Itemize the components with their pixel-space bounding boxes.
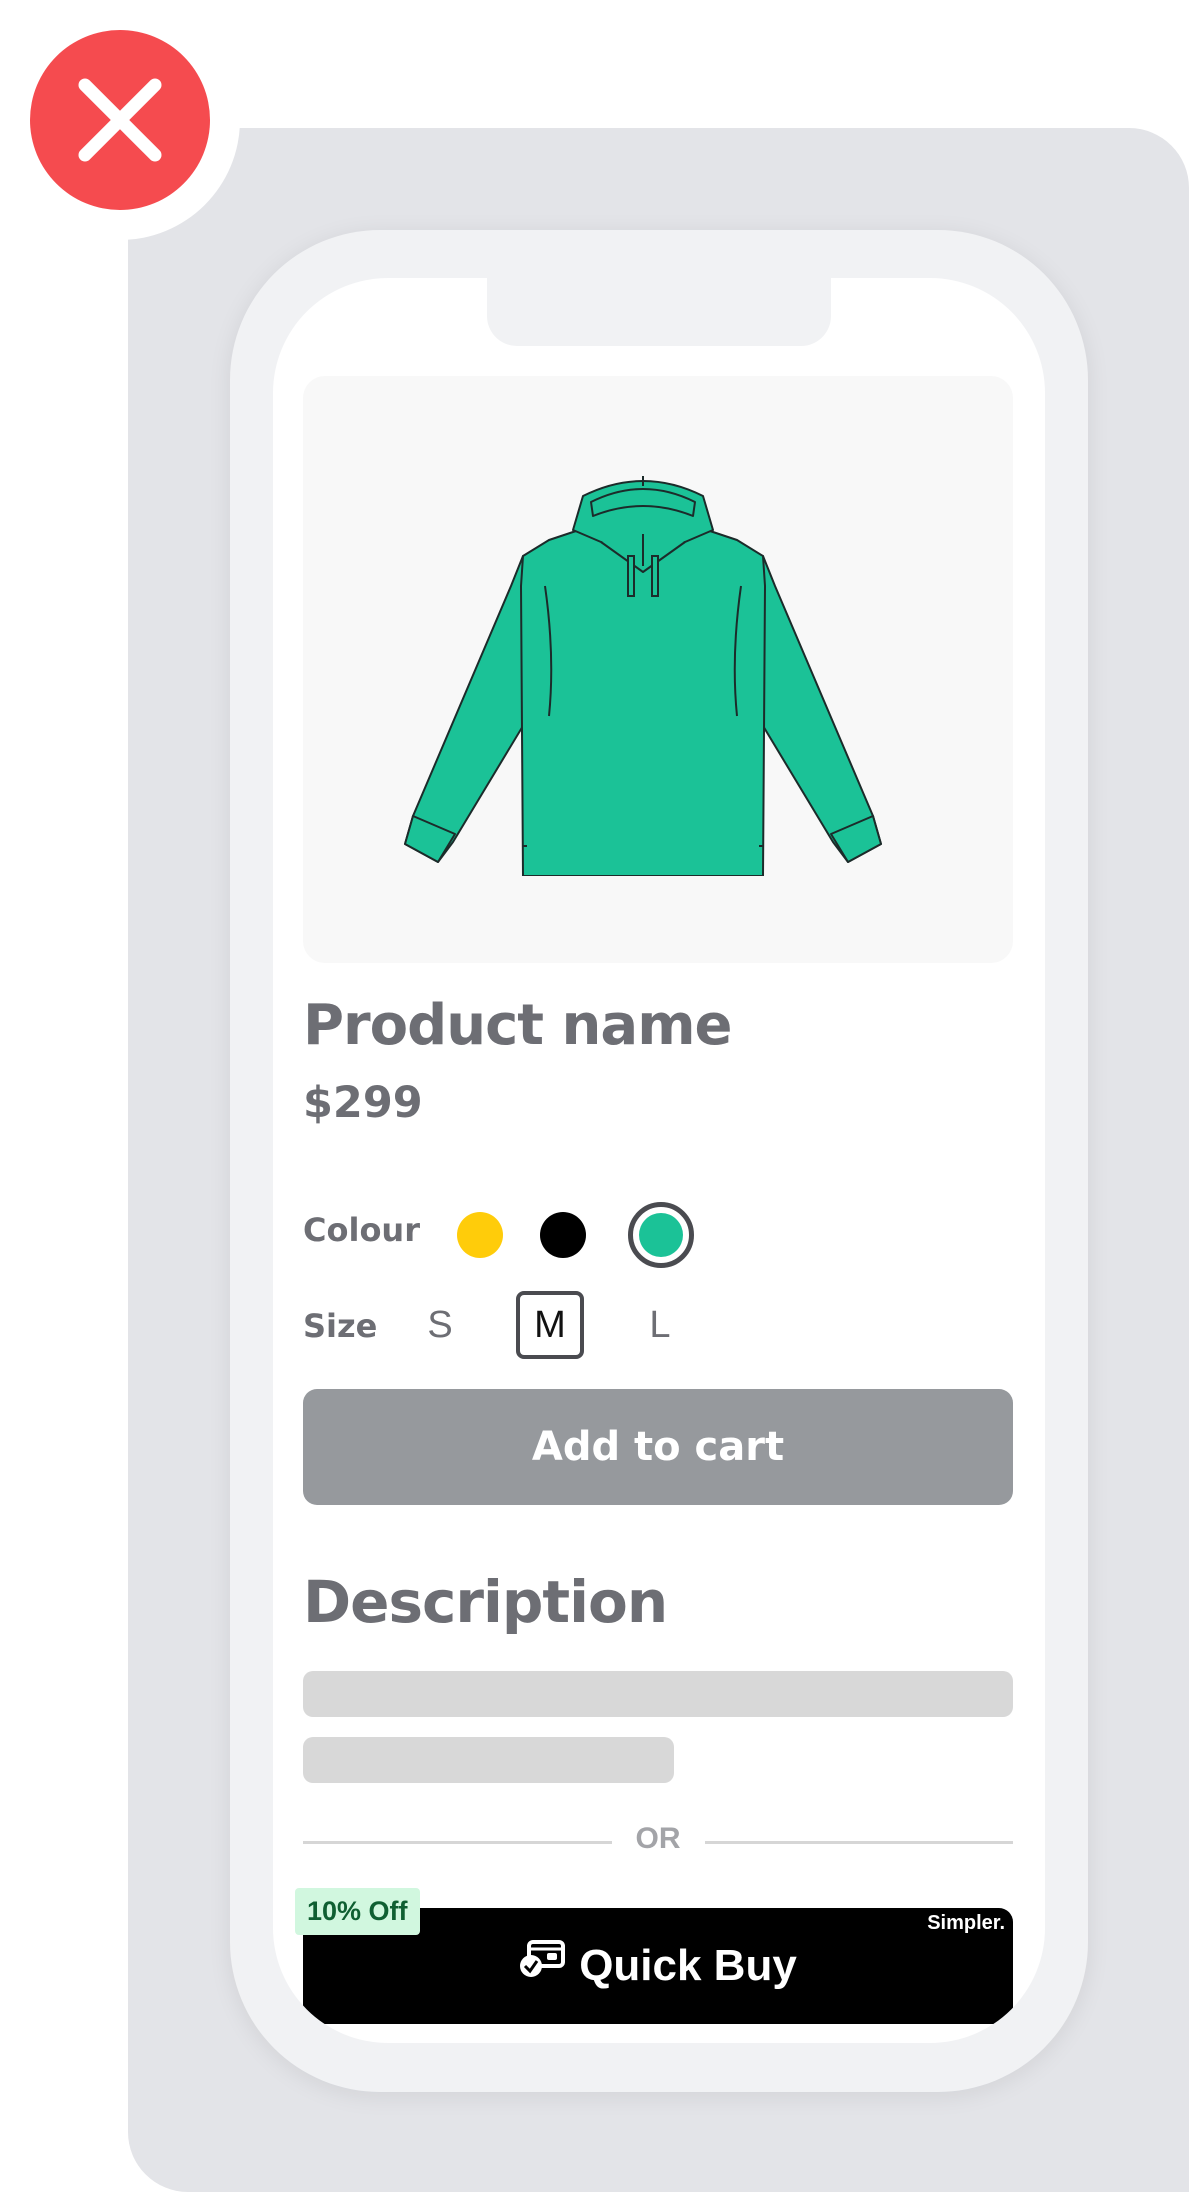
colour-swatch-teal-fill: [639, 1213, 683, 1257]
hoodie-illustration: [404, 476, 882, 876]
size-label: Size: [303, 1307, 378, 1345]
quick-buy-label: Quick Buy: [579, 1941, 797, 1990]
phone-screen: Product name $299 Colour Size S M L Add …: [273, 278, 1045, 2043]
colour-swatch-yellow[interactable]: [457, 1212, 503, 1258]
divider-line-left: [303, 1841, 612, 1844]
size-option-l[interactable]: L: [630, 1295, 690, 1355]
product-title: Product name: [303, 993, 733, 1058]
simpler-brand-logo: Simpler.: [927, 1912, 1005, 1934]
close-icon: [78, 78, 162, 162]
add-to-cart-button[interactable]: Add to cart: [303, 1389, 1013, 1505]
colour-swatch-teal[interactable]: [628, 1202, 694, 1268]
description-line-placeholder-1: [303, 1671, 1013, 1717]
colour-swatch-black[interactable]: [540, 1212, 586, 1258]
size-option-s[interactable]: S: [410, 1295, 470, 1355]
product-price: $299: [303, 1078, 423, 1128]
wallet-check-icon: [519, 1906, 567, 2022]
size-option-m[interactable]: M: [516, 1291, 584, 1359]
divider-or-text: OR: [635, 1822, 681, 1855]
description-heading: Description: [303, 1568, 668, 1636]
product-image: [303, 376, 1013, 963]
divider-line-right: [705, 1841, 1013, 1844]
phone-notch: [487, 278, 831, 346]
colour-label: Colour: [303, 1211, 420, 1249]
close-button-wrapper: [0, 0, 240, 240]
or-divider: OR: [303, 1822, 1013, 1862]
description-line-placeholder-2: [303, 1737, 674, 1783]
discount-badge: 10% Off: [295, 1888, 420, 1935]
close-button[interactable]: [30, 30, 210, 210]
